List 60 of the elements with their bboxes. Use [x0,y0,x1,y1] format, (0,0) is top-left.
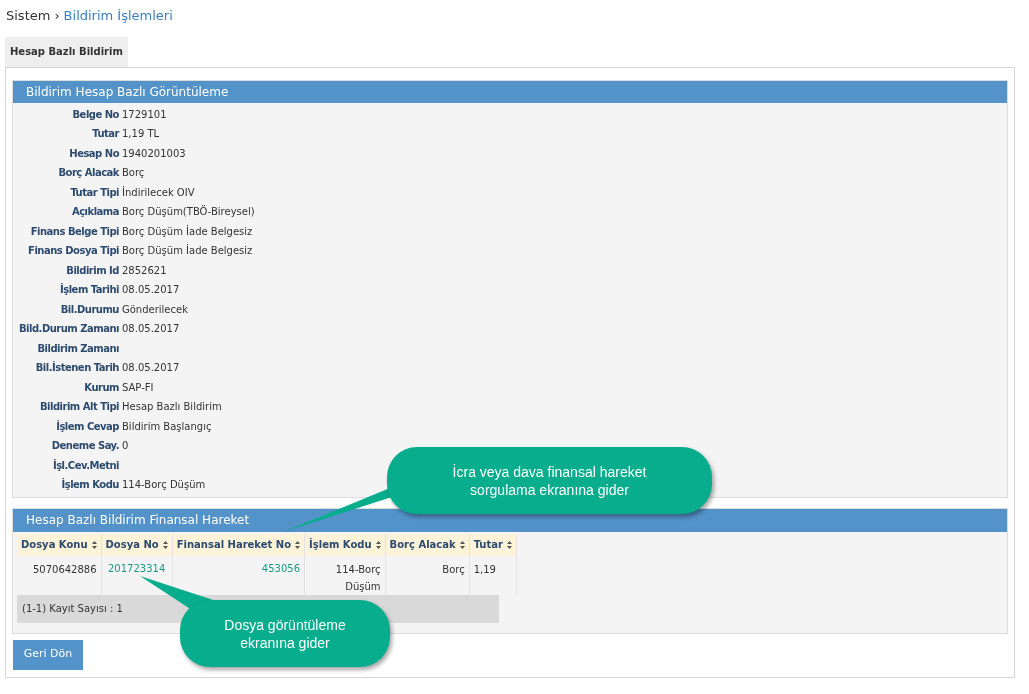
column-header[interactable]: Dosya No [101,533,173,556]
callout-bubble: İcra veya dava finansal hareket sorgulama ekranına gider [387,447,712,514]
field-label: Tutar [91,127,119,142]
field-value: Borç Düşüm İade Belgesiz [122,224,253,239]
field-label: Bil.Durumu [59,302,119,317]
field-value: 114-Borç Düşüm [122,478,206,493]
sort-icon [459,541,465,549]
field-value: Hesap Bazlı Bildirim [122,400,222,415]
field-value: Borç Düşüm(TBÖ-Bireysel) [122,204,255,220]
field-label: Belge No [71,107,119,122]
field-value: 1,19 TL [122,127,160,142]
column-header[interactable]: Borç Alacak [385,533,470,556]
field-label: Tutar Tipi [69,185,119,200]
table-cell-text: Borç [442,562,465,577]
column-header[interactable]: Dosya Konu [17,533,102,556]
tab[interactable]: Hesap Bazlı Bildirim [5,36,128,67]
breadcrumb-separator: › [54,7,60,25]
table-cell-text: 5070642886 [32,562,97,577]
field-label: Açıklama [70,205,119,220]
field-label: Deneme Say. [50,439,119,454]
field-value: 08.05.2017 [122,322,180,337]
panel-header: Bildirim Hesap Bazlı Görüntüleme [13,80,1007,103]
field-value: 08.05.2017 [122,283,180,298]
field-value: Gönderilecek [122,302,188,317]
field-value: 0 [122,439,129,454]
sort-icon [91,541,97,549]
sort-icon [506,541,512,549]
field-value: Borç [122,166,145,181]
field-label: Bildirim Alt Tipi [38,400,119,415]
table-cell-text: 1,19 [473,562,496,577]
field-value: Borç Düşüm İade Belgesiz [122,243,253,259]
field-label: Finans Belge Tipi [29,224,119,239]
field-label: Bildirim Id [65,263,119,278]
field-value: 08.05.2017 [122,361,180,376]
column-header[interactable]: Finansal Hareket No [172,533,305,556]
field-label: Hesap No [68,146,119,161]
field-label: Bildirim Zamanı [36,341,119,356]
field-value: Bildirim Başlangıç [122,419,212,434]
field-label: Borç Alacak [57,166,119,181]
field-value: SAP-FI [122,380,154,395]
field-label: İşlem Cevap [55,419,119,434]
column-header[interactable]: Tutar [469,533,517,556]
field-value: İndirilecek OIV [122,185,195,200]
field-label: İşl.Cev.Metni [51,458,119,473]
breadcrumb-current: Bildirim İşlemleri [63,7,173,25]
breadcrumb-root[interactable]: Sistem [6,6,51,26]
sort-icon [162,541,168,549]
field-value: 2852621 [122,263,167,278]
field-label: İşlem Kodu [60,477,119,493]
field-value: 1940201003 [122,146,186,161]
sort-icon [295,541,301,549]
field-label: Bild.Durum Zamanı [17,322,119,337]
field-label: Bil.İstenen Tarih [34,360,119,376]
field-label: Finans Dosya Tipi [27,244,119,259]
field-label: İşlem Tarihi [59,282,119,298]
field-label: Kurum [83,380,119,395]
sort-icon [375,541,381,549]
field-value: 1729101 [122,107,167,122]
table-cell-text: 114-Borç Düşüm [334,562,381,594]
column-header[interactable]: İşlem Kodu [304,533,386,556]
